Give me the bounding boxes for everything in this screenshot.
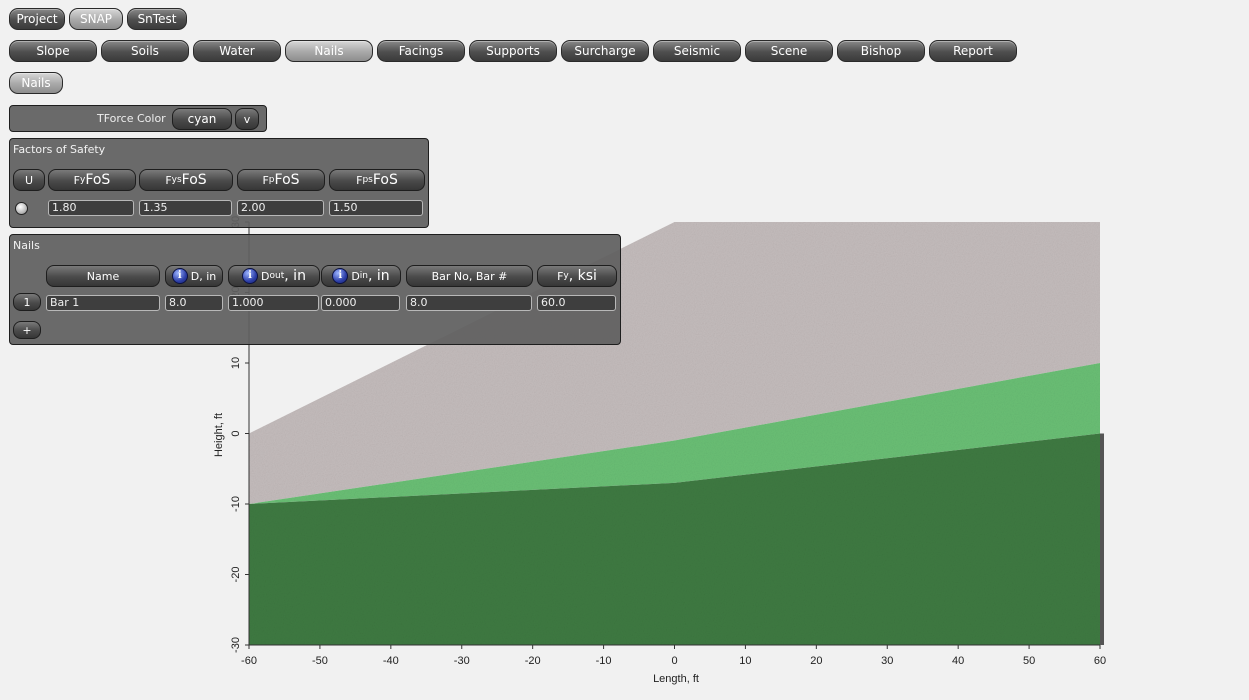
y-tick-label: -10 [230, 496, 242, 512]
fps-fos-header[interactable]: Fps FoS [329, 169, 425, 191]
fy-fos-rest: FoS [85, 172, 111, 188]
tab-nails[interactable]: Nails [285, 40, 373, 62]
tab-sntest[interactable]: SnTest [127, 8, 187, 30]
din-header[interactable]: i Din, in [321, 265, 401, 287]
fp-fos-header[interactable]: Fp FoS [237, 169, 325, 191]
fys-fos-rest: FoS [181, 172, 207, 188]
din-rest: , in [368, 268, 390, 284]
tab-scene[interactable]: Scene [745, 40, 833, 62]
x-tick-label: -10 [596, 655, 612, 667]
x-tick-label: -20 [525, 655, 541, 667]
fy-fos-field[interactable]: 1.80 [48, 200, 134, 216]
fos-title: Factors of Safety [13, 143, 106, 156]
tab-seismic[interactable]: Seismic [653, 40, 741, 62]
fys-fos-field[interactable]: 1.35 [139, 200, 232, 216]
factors-of-safety-panel: Factors of Safety U Fy FoS Fys FoS Fp Fo… [9, 138, 429, 228]
din-sub: in [359, 271, 369, 281]
dout-header[interactable]: i Dout, in [228, 265, 320, 287]
x-tick-label: -30 [454, 655, 470, 667]
fps-fos-rest: FoS [372, 172, 398, 188]
d-header-label: D, in [190, 269, 217, 283]
tab-slope[interactable]: Slope [9, 40, 97, 62]
nail-bar-field[interactable]: 8.0 [406, 295, 532, 311]
x-tick-label: -40 [383, 655, 399, 667]
fps-fos-field[interactable]: 1.50 [329, 200, 423, 216]
tab-bishop[interactable]: Bishop [837, 40, 925, 62]
tab-snap[interactable]: SNAP [69, 8, 123, 30]
fos-radio-button[interactable] [15, 202, 28, 215]
tforce-panel: TForce Color cyan v [9, 105, 267, 132]
info-icon[interactable]: i [171, 268, 188, 284]
tforce-dropdown-button[interactable]: v [235, 108, 259, 130]
tab-soils[interactable]: Soils [101, 40, 189, 62]
x-tick-label: 40 [952, 655, 964, 667]
nail-fy-field[interactable]: 60.0 [537, 295, 616, 311]
fp-fos-field[interactable]: 2.00 [237, 200, 324, 216]
slope-edge-shade [1100, 433, 1104, 645]
y-tick-label: -30 [230, 637, 242, 653]
bar-no-header[interactable]: Bar No, Bar # [406, 265, 533, 287]
dout-rest: , in [284, 268, 306, 284]
y-axis-label: Height, ft [213, 413, 225, 457]
x-axis-label: Length, ft [653, 673, 699, 685]
tab-water[interactable]: Water [193, 40, 281, 62]
tab-surcharge[interactable]: Surcharge [561, 40, 649, 62]
tab-project[interactable]: Project [9, 8, 65, 30]
y-tick-label: 10 [230, 357, 242, 369]
add-nail-button[interactable]: + [13, 321, 41, 339]
fy-ksi-header[interactable]: Fy, ksi [537, 265, 617, 287]
x-tick-label: 0 [671, 655, 677, 667]
din-main: D [351, 269, 360, 283]
fy-ksi-rest: , ksi [568, 268, 597, 284]
x-tick-label: 60 [1094, 655, 1106, 667]
dout-main: D [261, 269, 270, 283]
nails-panel: Nails Name i D, in i Dout, in i Din, in Bar… [9, 234, 621, 345]
tab-supports[interactable]: Supports [469, 40, 557, 62]
units-button[interactable]: U [13, 169, 45, 191]
tab-facings[interactable]: Facings [377, 40, 465, 62]
fys-fos-header[interactable]: Fys FoS [139, 169, 233, 191]
x-tick-label: 10 [739, 655, 751, 667]
y-tick-label: -20 [230, 567, 242, 583]
fp-fos-rest: FoS [274, 172, 300, 188]
tforce-label: TForce Color [97, 112, 166, 125]
subtab-nails[interactable]: Nails [9, 72, 63, 94]
nail-dout-field[interactable]: 1.000 [228, 295, 319, 311]
nail-name-field[interactable]: Bar 1 [46, 295, 160, 311]
nail-d-field[interactable]: 8.0 [165, 295, 223, 311]
x-tick-label: -60 [241, 655, 257, 667]
tab-report[interactable]: Report [929, 40, 1017, 62]
fps-fos-sub: ps [362, 175, 373, 185]
x-tick-label: 20 [810, 655, 822, 667]
dout-sub: out [269, 271, 285, 281]
x-tick-label: 30 [881, 655, 893, 667]
y-tick-label: 0 [230, 430, 242, 436]
fy-fos-header[interactable]: Fy FoS [48, 169, 136, 191]
x-tick-label: -50 [312, 655, 328, 667]
info-icon[interactable]: i [242, 268, 259, 284]
row-index-button[interactable]: 1 [13, 293, 41, 311]
nails-title: Nails [13, 239, 40, 252]
name-header[interactable]: Name [46, 265, 160, 287]
info-icon[interactable]: i [332, 268, 349, 284]
x-tick-label: 50 [1023, 655, 1035, 667]
fys-fos-sub: ys [171, 175, 182, 185]
nail-din-field[interactable]: 0.000 [321, 295, 400, 311]
tforce-color-value[interactable]: cyan [172, 108, 232, 130]
d-header[interactable]: i D, in [165, 265, 223, 287]
